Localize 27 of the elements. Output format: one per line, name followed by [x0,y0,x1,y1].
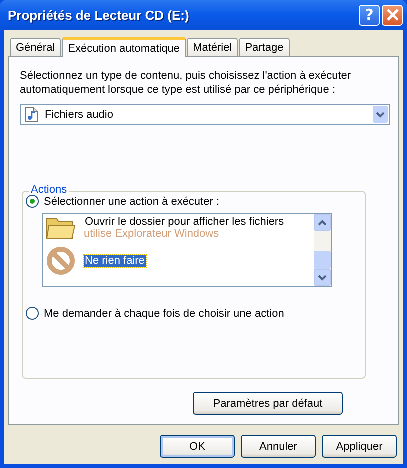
dialog-button[interactable]: Annuler [241,435,316,458]
group-title: Actions [29,184,70,196]
action-list[interactable]: Ouvrir le dossier pour afficher les fichiers utilise Explorateur Windows Ne rien faire [42,213,332,287]
dialog-button[interactable]: Appliquer [322,435,397,458]
prohibited-icon [46,246,76,276]
radio-button[interactable] [26,195,39,208]
dialog-button[interactable]: OK [160,435,235,458]
action-item[interactable]: Ouvrir le dossier pour afficher les fichiers [84,216,286,228]
tab[interactable]: Matériel [187,38,238,56]
close-button[interactable] [382,4,403,26]
scroll-up-icon[interactable] [318,220,327,226]
radio-label[interactable]: Me demander à chaque fois de choisir une action [44,308,284,320]
tab[interactable]: Partage [239,38,290,56]
radio-button[interactable] [26,307,39,320]
tab[interactable]: Exécution automatique [62,37,186,57]
tab[interactable]: Général [10,38,62,56]
audio-file-icon [25,106,39,122]
close-icon [386,8,400,22]
action-program: utilise Explorateur Windows [84,228,220,240]
scrollbar[interactable] [314,214,331,286]
instruction-text: Sélectionnez un type de contenu, puis choisissez l'action à exécuter automatiquement lorsque ce type est utilisé par ce périphérique : [20,69,352,97]
content-type-dropdown[interactable]: Fichiers audio [20,104,390,125]
scroll-down-icon[interactable] [318,274,327,280]
radio-label[interactable]: Sélectionner une action à exécuter : [44,196,220,208]
default-settings-button[interactable]: Paramètres par défaut [193,392,343,415]
action-item[interactable]: Ne rien faire [84,255,146,267]
window-title: Propriétés de Lecteur CD (E:) [8,8,190,22]
